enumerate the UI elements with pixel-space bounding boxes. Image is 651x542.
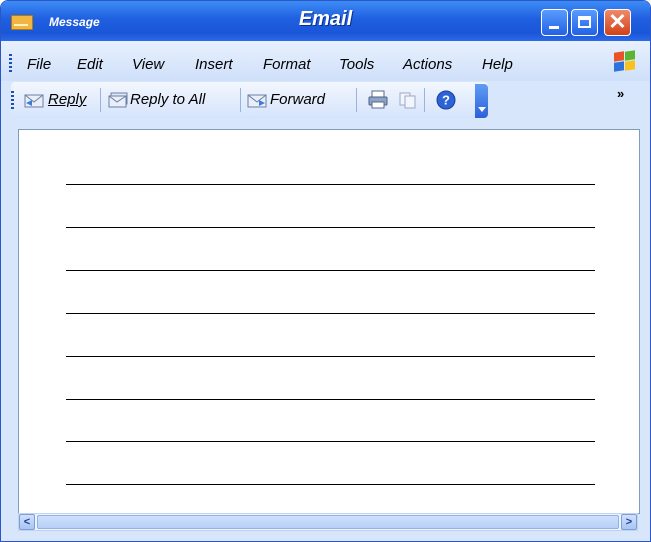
ruled-line: [66, 227, 595, 228]
ruled-line: [66, 270, 595, 271]
close-icon: ✕: [608, 9, 627, 34]
reply-all-envelope-icon: [108, 92, 128, 108]
toolbar-overflow-chevron-icon[interactable]: »: [617, 86, 624, 101]
scroll-right-icon[interactable]: >: [621, 514, 637, 530]
toolbar-separator: [424, 88, 425, 112]
toolbar-separator: [356, 88, 357, 112]
horizontal-scrollbar[interactable]: < >: [18, 513, 638, 531]
menu-bar: File Edit View Insert Format Tools Actio…: [1, 41, 650, 81]
ruled-line: [66, 184, 595, 185]
toolbar-separator: [100, 88, 101, 112]
minimize-icon: [549, 26, 559, 29]
toolbar-options-dropdown-icon[interactable]: [475, 84, 488, 118]
minimize-button[interactable]: [541, 9, 568, 36]
close-button[interactable]: ✕: [604, 9, 631, 36]
ruled-line: [66, 484, 595, 485]
reply-envelope-icon: [24, 94, 44, 108]
standard-toolbar: Reply Reply to All Forward ?: [11, 82, 488, 118]
menu-view[interactable]: View: [132, 56, 164, 73]
menu-file[interactable]: File: [27, 56, 51, 73]
toolbar-separator: [240, 88, 241, 112]
ruled-line: [66, 356, 595, 357]
scroll-left-icon[interactable]: <: [19, 514, 35, 530]
print-icon[interactable]: [367, 90, 389, 110]
ruled-line: [66, 399, 595, 400]
copy-icon[interactable]: [398, 91, 418, 109]
title-bar[interactable]: Message Email ✕: [1, 1, 650, 41]
scroll-thumb[interactable]: [37, 515, 619, 529]
menu-format[interactable]: Format: [263, 56, 311, 73]
maximize-icon: [578, 16, 591, 28]
email-window: Message Email ✕ File Edit View Insert Fo…: [0, 0, 651, 542]
reply-label: Reply: [48, 91, 87, 108]
ruled-line: [66, 441, 595, 442]
reply-all-label: Reply to All: [130, 91, 206, 108]
windows-flag-icon: [613, 50, 635, 72]
menu-insert[interactable]: Insert: [195, 56, 233, 73]
ruled-line: [66, 313, 595, 314]
toolbar-grip-icon[interactable]: [11, 91, 14, 109]
message-body[interactable]: [18, 129, 640, 514]
menu-help[interactable]: Help: [482, 56, 513, 73]
menu-tools[interactable]: Tools: [339, 56, 374, 73]
help-icon[interactable]: ?: [435, 89, 457, 111]
forward-envelope-icon: [247, 94, 267, 108]
svg-text:?: ?: [442, 93, 450, 108]
forward-label: Forward: [270, 91, 326, 108]
maximize-button[interactable]: [571, 9, 598, 36]
menu-actions[interactable]: Actions: [403, 56, 452, 73]
menu-grip-icon[interactable]: [9, 54, 12, 72]
menu-edit[interactable]: Edit: [77, 56, 103, 73]
